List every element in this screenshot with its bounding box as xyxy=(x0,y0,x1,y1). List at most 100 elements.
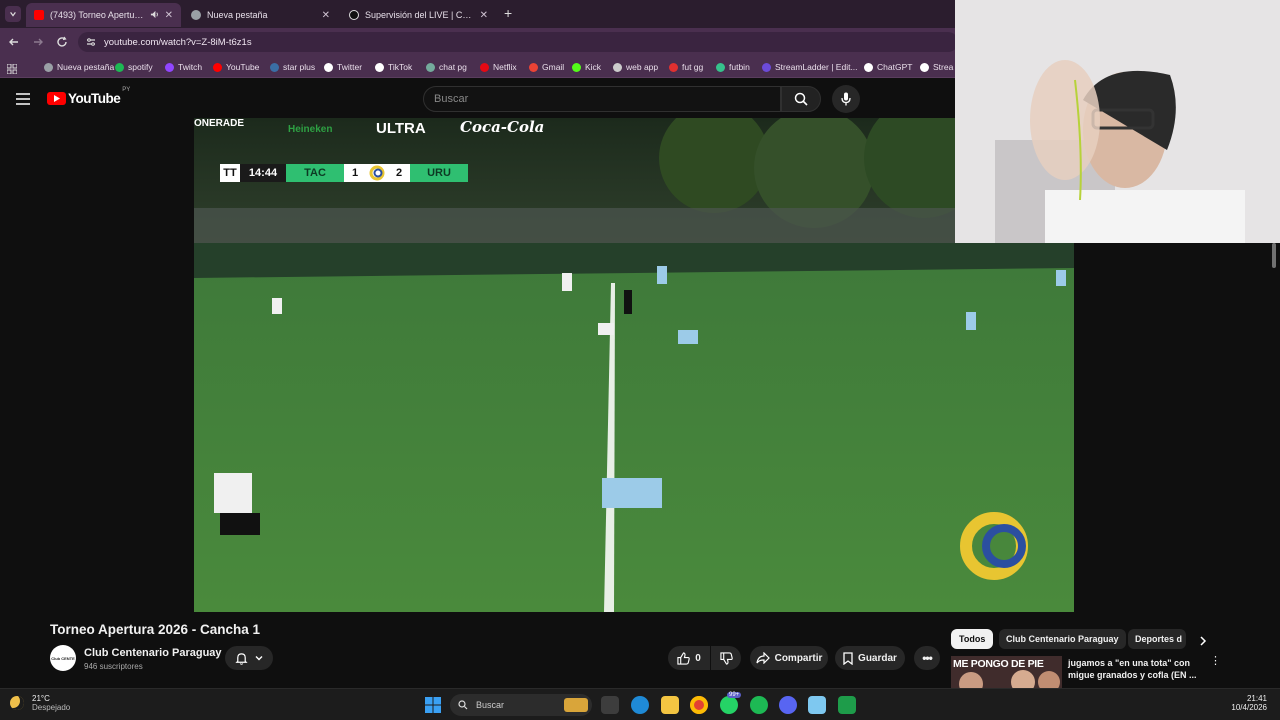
bookmark-item[interactable]: chat pg xyxy=(426,60,467,74)
bookmark-item[interactable]: futbin xyxy=(716,60,750,74)
close-tab-icon[interactable]: ✕ xyxy=(480,10,488,21)
bookmark-favicon-icon xyxy=(762,62,771,72)
chevron-right-icon[interactable] xyxy=(1198,634,1208,652)
bookmark-item[interactable]: Twitch xyxy=(165,60,202,74)
recommendation-title[interactable]: jugamos a "en una tota" con migue granad… xyxy=(1068,657,1198,681)
bookmark-favicon-icon xyxy=(716,62,725,72)
bookmark-label: web app xyxy=(626,62,659,72)
sponsor-board: Coca-Cola xyxy=(460,118,545,136)
tab-title: Nueva pestaña xyxy=(207,10,268,20)
video-title: Torneo Apertura 2026 - Cancha 1 xyxy=(50,622,261,637)
bookmark-label: Twitch xyxy=(178,62,203,72)
reload-icon[interactable] xyxy=(56,35,68,53)
video-player[interactable]: ONERADE Heineken ULTRA Coca-Cola TT 14:4… xyxy=(194,118,1074,612)
task-view-icon[interactable] xyxy=(601,696,619,714)
edge-icon[interactable] xyxy=(631,696,649,714)
bookmark-item[interactable]: StreamLadder | Edit... xyxy=(762,60,858,74)
bookmark-label: StreamLadder | Edit... xyxy=(775,62,858,72)
chrome-icon[interactable] xyxy=(690,696,708,714)
bookmark-item[interactable]: web app xyxy=(613,60,658,74)
bookmark-favicon-icon xyxy=(375,62,384,72)
bookmark-favicon-icon xyxy=(529,62,538,72)
close-tab-icon[interactable]: ✕ xyxy=(165,10,173,21)
bookmark-label: TikTok xyxy=(388,62,413,72)
chip-todos[interactable]: Todos xyxy=(951,629,994,649)
close-tab-icon[interactable]: ✕ xyxy=(322,10,330,21)
video-frame xyxy=(194,118,1074,612)
url-field[interactable]: youtube.com/watch?v=Z-8iM-t6z1s xyxy=(78,32,958,52)
bookmark-label: Nueva pestaña xyxy=(57,62,115,72)
search-icon xyxy=(458,700,468,710)
app-icon[interactable] xyxy=(838,696,856,714)
speaker-icon[interactable] xyxy=(150,10,159,21)
system-clock[interactable]: 21:41 10/4/2026 xyxy=(1215,694,1267,712)
spotify-icon[interactable] xyxy=(750,696,768,714)
discord-icon[interactable] xyxy=(779,696,797,714)
bookmark-item[interactable]: fut gg xyxy=(669,60,703,74)
voice-search-button[interactable] xyxy=(832,85,860,113)
tab-title: (7493) Torneo Apertura 202 xyxy=(50,10,146,20)
dislike-button[interactable] xyxy=(711,646,741,670)
more-actions-button[interactable]: ••• xyxy=(914,646,940,670)
apps-grid-icon[interactable] xyxy=(6,61,18,79)
site-settings-icon[interactable] xyxy=(86,37,96,50)
url-text: youtube.com/watch?v=Z-8iM-t6z1s xyxy=(104,36,252,48)
chip-deportes-label: Deportes d xyxy=(1135,634,1183,644)
bookmark-item[interactable]: Nueva pestaña xyxy=(44,60,114,74)
more-vertical-icon[interactable]: ⋮ xyxy=(1210,656,1221,667)
bookmark-item[interactable]: Strea xyxy=(920,60,953,74)
bookmark-label: ChatGPT xyxy=(877,62,913,72)
chip-channel[interactable]: Club Centenario Paraguay xyxy=(999,629,1126,649)
search-button[interactable] xyxy=(781,86,821,112)
home-team: TAC xyxy=(286,164,344,182)
bookmark-item[interactable]: Twitter xyxy=(324,60,362,74)
youtube-play-icon xyxy=(47,92,66,105)
hamburger-menu-icon[interactable] xyxy=(16,92,30,110)
chip-deportes[interactable]: Deportes d xyxy=(1128,629,1186,649)
notepad-icon[interactable] xyxy=(808,696,826,714)
page-scrollbar[interactable] xyxy=(1272,243,1276,268)
bookmark-item[interactable]: spotify xyxy=(115,60,153,74)
forward-arrow-icon[interactable] xyxy=(32,35,44,53)
bookmark-item[interactable]: TikTok xyxy=(375,60,412,74)
windows-start-icon[interactable] xyxy=(424,696,442,714)
subscribe-bell-button[interactable] xyxy=(225,646,273,670)
recommendation-thumbnail[interactable]: ME PONGO DE PIE xyxy=(951,656,1062,688)
bookmark-item[interactable]: Gmail xyxy=(529,60,564,74)
clock-date: 10/4/2026 xyxy=(1231,703,1267,712)
bookmark-label: Twitter xyxy=(337,62,363,72)
tab-supervision-live[interactable]: Supervisión del LIVE | Centro LI ✕ xyxy=(341,3,496,27)
microphone-icon xyxy=(841,92,851,106)
bookmark-favicon-icon xyxy=(270,62,279,72)
weather-widget[interactable]: 21°C Despejado xyxy=(10,694,70,712)
channel-avatar[interactable]: Club CENTE xyxy=(50,645,76,671)
bookmark-favicon-icon xyxy=(115,62,124,72)
youtube-logo[interactable]: YouTube PY xyxy=(47,87,130,106)
taskbar-search-box[interactable]: Buscar xyxy=(450,694,592,716)
file-explorer-icon[interactable] xyxy=(661,696,679,714)
league-badge: TT xyxy=(220,164,240,182)
bookmark-item[interactable]: Netflix xyxy=(480,60,517,74)
tab-nueva-pestana[interactable]: Nueva pestaña ✕ xyxy=(183,3,338,27)
bookmark-item[interactable]: Kick xyxy=(572,60,601,74)
share-button[interactable]: Compartir xyxy=(750,646,828,670)
bookmark-item[interactable]: star plus xyxy=(270,60,315,74)
home-score: 1 xyxy=(344,164,366,182)
channel-avatar-text: Club CENTE xyxy=(51,655,75,661)
globe-favicon-icon xyxy=(191,10,201,20)
channel-name[interactable]: Club Centenario Paraguay xyxy=(84,647,222,659)
tab-youtube[interactable]: (7493) Torneo Apertura 202 ✕ xyxy=(26,3,181,27)
share-icon xyxy=(755,652,770,664)
save-button[interactable]: Guardar xyxy=(835,646,905,670)
like-button[interactable]: 0 xyxy=(668,646,710,670)
tab-list-chevron-icon[interactable] xyxy=(5,6,21,22)
back-arrow-icon[interactable] xyxy=(8,35,20,53)
whatsapp-icon[interactable] xyxy=(720,696,738,714)
bookmark-label: Netflix xyxy=(493,62,517,72)
bookmark-favicon-icon xyxy=(44,62,53,72)
bookmark-item[interactable]: YouTube xyxy=(213,60,259,74)
search-placeholder: Buscar xyxy=(434,93,469,105)
search-input[interactable]: Buscar xyxy=(423,86,781,112)
bookmark-item[interactable]: ChatGPT xyxy=(864,60,912,74)
new-tab-button[interactable]: + xyxy=(504,5,512,21)
